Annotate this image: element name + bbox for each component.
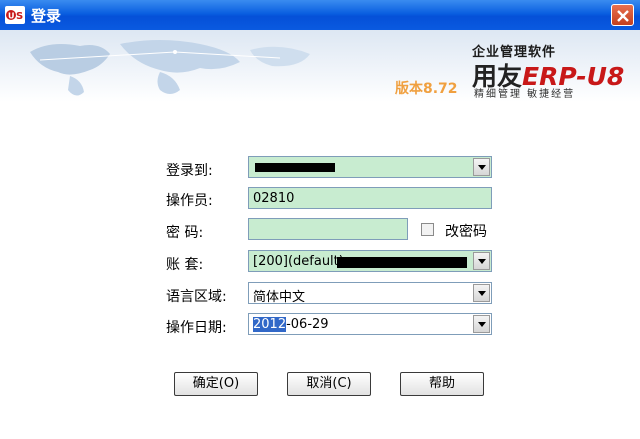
date-label: 操作日期: <box>166 320 227 336</box>
account-label: 账 套: <box>166 257 204 273</box>
svg-text:S: S <box>16 11 23 22</box>
language-label: 语言区域: <box>166 289 227 305</box>
account-value: [200](default) <box>253 254 344 269</box>
ok-button[interactable]: 确定(O) <box>174 372 258 396</box>
chevron-down-icon[interactable] <box>473 315 490 333</box>
language-value: 简体中文 <box>253 290 306 304</box>
redaction-mark <box>337 257 467 268</box>
password-label: 密 码: <box>166 225 204 241</box>
change-password-checkbox[interactable] <box>421 223 434 236</box>
close-icon <box>617 10 629 22</box>
language-combo[interactable]: 简体中文 <box>248 282 492 304</box>
date-year-selected: 2012 <box>253 317 287 332</box>
window-title: 登录 <box>31 7 62 25</box>
close-button[interactable] <box>611 4 634 26</box>
chevron-down-icon[interactable] <box>473 252 490 270</box>
chevron-down-icon[interactable] <box>473 158 490 176</box>
login-to-combo[interactable] <box>248 156 492 178</box>
account-combo[interactable]: [200](default) <box>248 250 492 272</box>
date-rest: -06-29 <box>286 317 329 332</box>
title-bar[interactable]: U S 登录 <box>0 0 640 30</box>
redaction-mark <box>255 163 335 172</box>
help-button[interactable]: 帮助 <box>400 372 484 396</box>
password-input[interactable] <box>248 218 408 240</box>
operator-label: 操作员: <box>166 193 213 209</box>
svg-text:U: U <box>8 12 15 21</box>
ufida-u8-icon: U S <box>5 6 25 24</box>
chevron-down-icon[interactable] <box>473 284 490 302</box>
version-label: 版本8.72 <box>395 81 458 97</box>
change-password-label[interactable]: 改密码 <box>445 221 487 241</box>
login-to-label: 登录到: <box>166 163 213 179</box>
product-motto: 精细管理 敏捷经营 <box>474 89 576 100</box>
cancel-button[interactable]: 取消(C) <box>287 372 371 396</box>
date-combo[interactable]: 2012-06-29 <box>248 313 492 335</box>
operator-value: 02810 <box>253 191 295 206</box>
operator-input[interactable]: 02810 <box>248 187 492 209</box>
world-map-icon <box>30 40 310 96</box>
